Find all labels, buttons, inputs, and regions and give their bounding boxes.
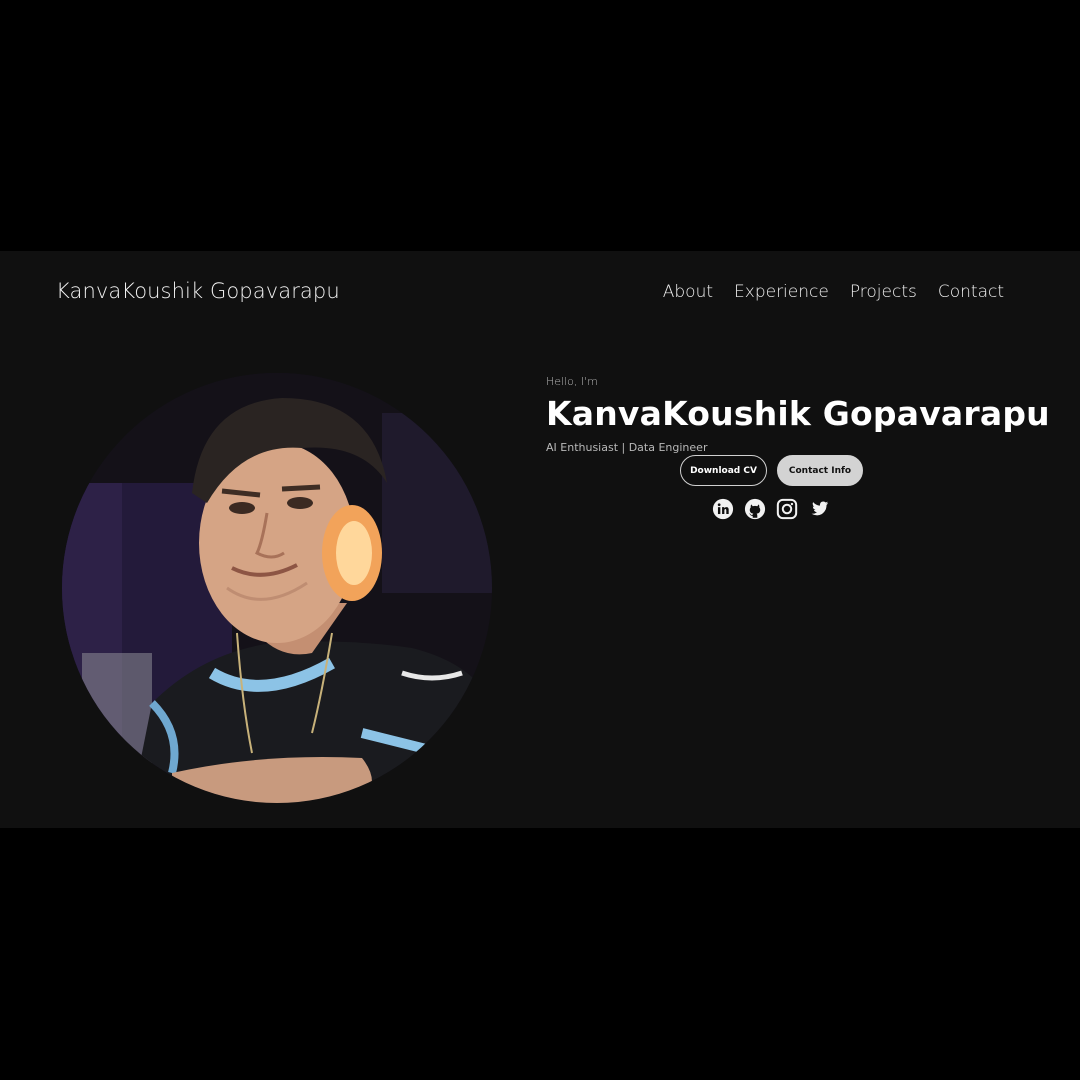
letterbox-bottom bbox=[0, 828, 1080, 1080]
portfolio-page: KanvaKoushik Gopavarapu About Experience… bbox=[0, 251, 1080, 828]
main-nav: About Experience Projects Contact bbox=[642, 282, 1004, 302]
twitter-icon[interactable] bbox=[808, 498, 830, 520]
instagram-icon[interactable] bbox=[776, 498, 798, 520]
profile-photo bbox=[62, 373, 492, 803]
hero-name: KanvaKoushik Gopavarapu bbox=[546, 394, 1050, 433]
site-brand[interactable]: KanvaKoushik Gopavarapu bbox=[56, 279, 340, 303]
contact-info-button[interactable]: Contact Info bbox=[777, 455, 863, 486]
letterbox-top bbox=[0, 0, 1080, 251]
nav-projects[interactable]: Projects bbox=[850, 282, 917, 302]
hero-intro: Hello, I'm KanvaKoushik Gopavarapu AI En… bbox=[546, 375, 1050, 454]
download-cv-button[interactable]: Download CV bbox=[680, 455, 767, 486]
hero-buttons: Download CV Contact Info bbox=[680, 455, 863, 486]
nav-contact[interactable]: Contact bbox=[938, 282, 1004, 302]
linkedin-icon[interactable] bbox=[712, 498, 734, 520]
nav-about[interactable]: About bbox=[663, 282, 713, 302]
social-links bbox=[712, 498, 830, 520]
nav-experience[interactable]: Experience bbox=[734, 282, 829, 302]
greeting-text: Hello, I'm bbox=[546, 375, 598, 388]
hero-subtitle: AI Enthusiast | Data Engineer bbox=[546, 441, 708, 454]
github-icon[interactable] bbox=[744, 498, 766, 520]
